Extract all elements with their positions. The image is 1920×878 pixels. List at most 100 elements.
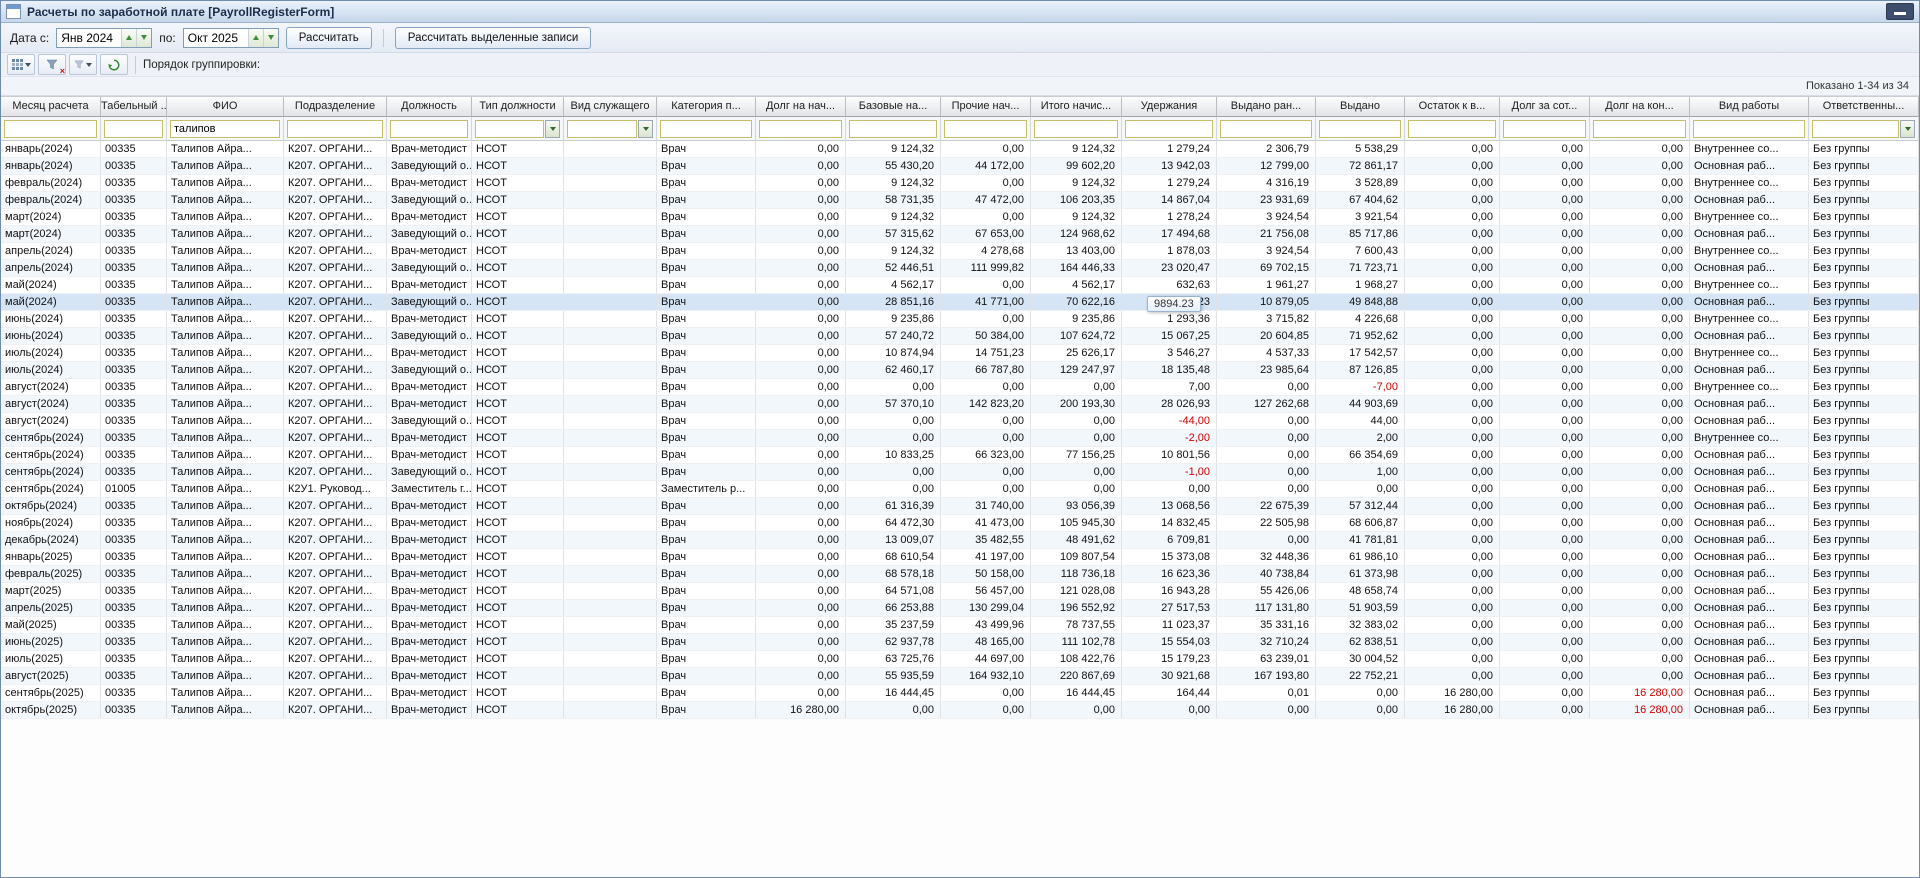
column-filter-input-20[interactable] (1812, 120, 1899, 138)
table-row[interactable]: март(2024)00335Талипов Айра...К207. ОРГА… (1, 226, 1919, 243)
table-row[interactable]: июль(2025)00335Талипов Айра...К207. ОРГА… (1, 651, 1919, 668)
column-filter-input-11[interactable] (944, 120, 1027, 138)
column-header-12[interactable]: Итого начис... (1031, 97, 1122, 117)
column-header-5[interactable]: Должность (387, 97, 472, 117)
column-header-20[interactable]: Ответственны... (1809, 97, 1919, 117)
column-filter-input-7[interactable] (567, 120, 637, 138)
table-row[interactable]: июль(2024)00335Талипов Айра...К207. ОРГА… (1, 345, 1919, 362)
date-to-down-button[interactable] (263, 29, 278, 47)
column-filter-input-5[interactable] (390, 120, 468, 138)
table-row[interactable]: январь(2025)00335Талипов Айра...К207. ОР… (1, 549, 1919, 566)
date-to-up-button[interactable] (248, 29, 263, 47)
column-header-16[interactable]: Остаток к в... (1405, 97, 1500, 117)
column-filter-input-15[interactable] (1319, 120, 1401, 138)
table-row[interactable]: март(2025)00335Талипов Айра...К207. ОРГА… (1, 583, 1919, 600)
table-row[interactable]: май(2024)00335Талипов Айра...К207. ОРГАН… (1, 277, 1919, 294)
table-row[interactable]: июнь(2025)00335Талипов Айра...К207. ОРГА… (1, 634, 1919, 651)
column-header-6[interactable]: Тип должности (472, 97, 564, 117)
table-row[interactable]: сентябрь(2025)00335Талипов Айра...К207. … (1, 685, 1919, 702)
table-row[interactable]: февраль(2024)00335Талипов Айра...К207. О… (1, 192, 1919, 209)
column-header-15[interactable]: Выдано (1316, 97, 1405, 117)
column-filter-input-12[interactable] (1034, 120, 1118, 138)
table-row[interactable]: июнь(2024)00335Талипов Айра...К207. ОРГА… (1, 328, 1919, 345)
column-filter-input-4[interactable] (287, 120, 383, 138)
table-row[interactable]: ноябрь(2024)00335Талипов Айра...К207. ОР… (1, 515, 1919, 532)
table-row[interactable]: декабрь(2024)00335Талипов Айра...К207. О… (1, 532, 1919, 549)
table-row[interactable]: апрель(2024)00335Талипов Айра...К207. ОР… (1, 260, 1919, 277)
table-row[interactable]: январь(2024)00335Талипов Айра...К207. ОР… (1, 158, 1919, 175)
column-filter-input-2[interactable] (104, 120, 163, 138)
table-row[interactable]: апрель(2024)00335Талипов Айра...К207. ОР… (1, 243, 1919, 260)
column-filter-input-14[interactable] (1220, 120, 1312, 138)
table-row[interactable]: июль(2024)00335Талипов Айра...К207. ОРГА… (1, 362, 1919, 379)
cell (564, 311, 657, 327)
table-row[interactable]: февраль(2024)00335Талипов Айра...К207. О… (1, 175, 1919, 192)
refresh-button[interactable] (100, 54, 128, 75)
table-row[interactable]: сентябрь(2024)00335Талипов Айра...К207. … (1, 464, 1919, 481)
filter-cell (941, 117, 1031, 141)
clear-filter-button[interactable]: × (38, 54, 66, 75)
table-row[interactable]: сентябрь(2024)00335Талипов Айра...К207. … (1, 447, 1919, 464)
filter-dropdown-button[interactable] (545, 120, 560, 138)
column-header-14[interactable]: Выдано ран... (1217, 97, 1316, 117)
date-from-up-button[interactable] (121, 29, 136, 47)
column-header-11[interactable]: Прочие нач... (941, 97, 1031, 117)
column-header-1[interactable]: Месяц расчета (1, 97, 101, 117)
main-toolbar: Дата с: по: Рассчитать Рассчитать выделе… (1, 23, 1919, 53)
cell: 0,00 (846, 430, 941, 446)
table-row[interactable]: январь(2024)00335Талипов Айра...К207. ОР… (1, 141, 1919, 158)
date-from-down-button[interactable] (136, 29, 151, 47)
minimize-button[interactable] (1886, 3, 1914, 20)
column-filter-input-10[interactable] (849, 120, 937, 138)
column-filter-input-3[interactable] (170, 120, 280, 138)
table-row[interactable]: октябрь(2025)00335Талипов Айра...К207. О… (1, 702, 1919, 719)
column-filter-input-6[interactable] (475, 120, 544, 138)
table-row[interactable]: февраль(2025)00335Талипов Айра...К207. О… (1, 566, 1919, 583)
date-from-input[interactable] (57, 29, 121, 47)
table-row[interactable]: март(2024)00335Талипов Айра...К207. ОРГА… (1, 209, 1919, 226)
table-row[interactable]: апрель(2025)00335Талипов Айра...К207. ОР… (1, 600, 1919, 617)
column-filter-input-8[interactable] (660, 120, 752, 138)
table-row[interactable]: сентябрь(2024)01005Талипов Айра...К2У1. … (1, 481, 1919, 498)
column-header-2[interactable]: Табельный ... (101, 97, 167, 117)
cell: 167 193,80 (1217, 668, 1316, 684)
column-filter-input-17[interactable] (1503, 120, 1586, 138)
column-filter-input-19[interactable] (1693, 120, 1805, 138)
column-header-10[interactable]: Базовые на... (846, 97, 941, 117)
column-header-19[interactable]: Вид работы (1690, 97, 1809, 117)
table-row[interactable]: июнь(2024)00335Талипов Айра...К207. ОРГА… (1, 311, 1919, 328)
cell (564, 345, 657, 361)
table-row[interactable]: май(2024)00335Талипов Айра...К207. ОРГАН… (1, 294, 1919, 311)
column-filter-input-1[interactable] (4, 120, 97, 138)
column-header-17[interactable]: Долг за сот... (1500, 97, 1590, 117)
table-row[interactable]: август(2024)00335Талипов Айра...К207. ОР… (1, 413, 1919, 430)
column-filter-input-9[interactable] (759, 120, 842, 138)
column-header-9[interactable]: Долг на нач... (756, 97, 846, 117)
cell: 0,00 (756, 634, 846, 650)
calculate-selected-button[interactable]: Рассчитать выделенные записи (395, 27, 591, 49)
table-row[interactable]: август(2024)00335Талипов Айра...К207. ОР… (1, 379, 1919, 396)
column-header-8[interactable]: Категория п... (657, 97, 756, 117)
cell: 0,00 (941, 141, 1031, 157)
column-header-3[interactable]: ФИО (167, 97, 284, 117)
filter-menu-button[interactable] (69, 54, 97, 75)
column-filter-input-18[interactable] (1593, 120, 1686, 138)
column-header-4[interactable]: Подразделение (284, 97, 387, 117)
table-row[interactable]: август(2025)00335Талипов Айра...К207. ОР… (1, 668, 1919, 685)
table-row[interactable]: август(2024)00335Талипов Айра...К207. ОР… (1, 396, 1919, 413)
column-filter-input-13[interactable] (1125, 120, 1213, 138)
cell: Врач (657, 277, 756, 293)
column-filter-input-16[interactable] (1408, 120, 1496, 138)
table-row[interactable]: май(2025)00335Талипов Айра...К207. ОРГАН… (1, 617, 1919, 634)
column-header-13[interactable]: Удержания (1122, 97, 1217, 117)
cell: Талипов Айра... (167, 617, 284, 633)
table-settings-button[interactable] (7, 54, 35, 75)
calculate-button[interactable]: Рассчитать (286, 27, 372, 49)
column-header-18[interactable]: Долг на кон... (1590, 97, 1690, 117)
date-to-input[interactable] (184, 29, 248, 47)
filter-dropdown-button[interactable] (638, 120, 653, 138)
table-row[interactable]: сентябрь(2024)00335Талипов Айра...К207. … (1, 430, 1919, 447)
filter-dropdown-button[interactable] (1900, 120, 1915, 138)
table-row[interactable]: октябрь(2024)00335Талипов Айра...К207. О… (1, 498, 1919, 515)
column-header-7[interactable]: Вид служащего (564, 97, 657, 117)
